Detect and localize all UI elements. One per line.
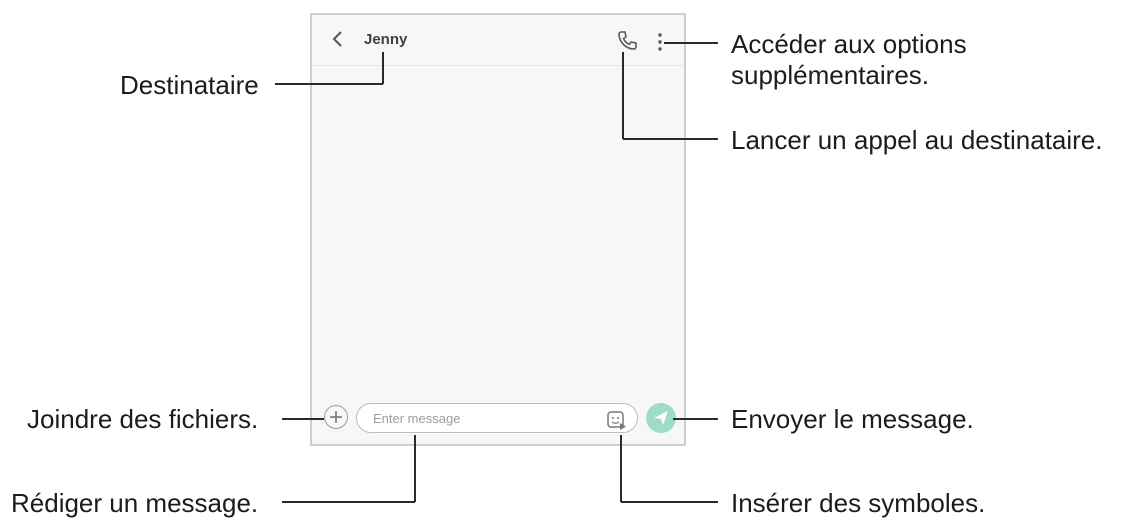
callout-more-options-line2: supplémentaires. [731,60,929,90]
callout-write-message: Rédiger un message. [11,488,259,518]
callout-attach-files: Joindre des fichiers. [27,404,259,434]
callout-call-recipient: Lancer un appel au destinataire. [731,125,1103,155]
callout-insert-symbols: Insérer des symboles. [731,488,986,518]
callout-more-options-line1: Accéder aux options [731,29,967,59]
callout-recipient: Destinataire [120,70,259,100]
callout-send-message: Envoyer le message. [731,404,974,434]
